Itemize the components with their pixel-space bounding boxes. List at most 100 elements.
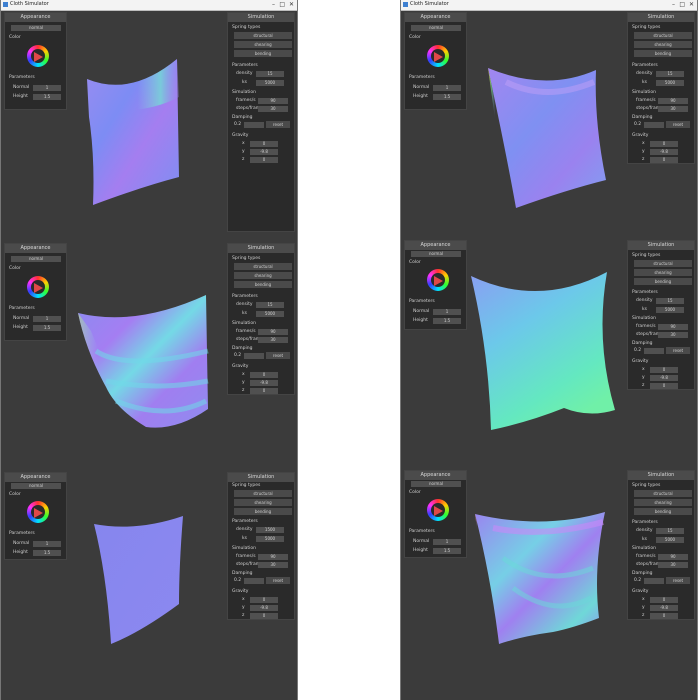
ks-field[interactable]: 5000: [656, 80, 684, 86]
gravity-z-field[interactable]: 0: [250, 613, 278, 619]
ks-field[interactable]: 5000: [256, 311, 284, 317]
color-triangle-icon[interactable]: [34, 508, 43, 518]
height-param-field[interactable]: 1.5: [33, 325, 61, 331]
frames-field[interactable]: 90: [658, 98, 688, 104]
gravity-y-field[interactable]: -9.8: [250, 380, 278, 386]
gravity-y-field[interactable]: -9.8: [650, 605, 678, 611]
normal-param-field[interactable]: 1: [433, 85, 461, 91]
normal-param-field[interactable]: 1: [33, 85, 61, 91]
density-field[interactable]: 15: [656, 71, 684, 77]
ks-field[interactable]: 5000: [656, 307, 684, 313]
ks-field[interactable]: 5000: [656, 537, 684, 543]
gravity-x-field[interactable]: 0: [650, 597, 678, 603]
color-wheel-icon[interactable]: [27, 276, 49, 298]
damping-slider[interactable]: [644, 122, 664, 128]
color-wheel-icon[interactable]: [427, 499, 449, 521]
cloth-mesh[interactable]: [76, 291, 211, 431]
damping-slider[interactable]: [644, 578, 664, 584]
shading-mode-select[interactable]: normal: [11, 256, 61, 262]
reset-button[interactable]: reset: [666, 577, 690, 584]
height-param-field[interactable]: 1.5: [33, 550, 61, 556]
cloth-mesh[interactable]: [81, 57, 181, 207]
steps-field[interactable]: 30: [258, 106, 288, 112]
title-bar[interactable]: Cloth Simulator – □ ✕: [401, 0, 697, 11]
cloth-mesh[interactable]: [473, 508, 613, 648]
height-param-field[interactable]: 1.5: [33, 94, 61, 100]
frames-field[interactable]: 90: [658, 554, 688, 560]
structural-spring-button[interactable]: structural: [634, 32, 692, 39]
ks-field[interactable]: 5000: [256, 536, 284, 542]
density-field[interactable]: 15: [256, 302, 284, 308]
bending-spring-button[interactable]: bending: [234, 281, 292, 288]
gravity-z-field[interactable]: 0: [650, 613, 678, 619]
gravity-y-field[interactable]: -9.8: [250, 149, 278, 155]
shearing-spring-button[interactable]: shearing: [634, 499, 692, 506]
steps-field[interactable]: 30: [658, 332, 688, 338]
structural-spring-button[interactable]: structural: [234, 32, 292, 39]
steps-field[interactable]: 30: [658, 106, 688, 112]
steps-field[interactable]: 30: [258, 337, 288, 343]
color-triangle-icon[interactable]: [34, 283, 43, 293]
gravity-y-field[interactable]: -9.8: [250, 605, 278, 611]
simulation-panel-header[interactable]: Simulation: [628, 471, 694, 480]
color-wheel-icon[interactable]: [427, 269, 449, 291]
bending-spring-button[interactable]: bending: [634, 50, 692, 57]
bending-spring-button[interactable]: bending: [234, 508, 292, 515]
shading-mode-select[interactable]: normal: [411, 25, 461, 31]
reset-button[interactable]: reset: [266, 577, 290, 584]
appearance-panel-header[interactable]: Appearance: [405, 13, 466, 22]
gravity-x-field[interactable]: 0: [650, 141, 678, 147]
shading-mode-select[interactable]: normal: [411, 251, 461, 257]
gravity-z-field[interactable]: 0: [650, 383, 678, 389]
simulation-panel-header[interactable]: Simulation: [228, 244, 294, 253]
reset-button[interactable]: reset: [666, 347, 690, 354]
cloth-mesh[interactable]: [91, 516, 191, 646]
gravity-x-field[interactable]: 0: [250, 372, 278, 378]
damping-slider[interactable]: [244, 122, 264, 128]
frames-field[interactable]: 90: [258, 329, 288, 335]
appearance-panel-header[interactable]: Appearance: [5, 473, 66, 482]
gravity-x-field[interactable]: 0: [250, 597, 278, 603]
gravity-x-field[interactable]: 0: [250, 141, 278, 147]
close-button[interactable]: ✕: [689, 0, 694, 9]
frames-field[interactable]: 90: [658, 324, 688, 330]
density-field[interactable]: 15: [656, 298, 684, 304]
appearance-panel-header[interactable]: Appearance: [405, 241, 466, 250]
color-triangle-icon[interactable]: [434, 506, 443, 516]
shearing-spring-button[interactable]: shearing: [234, 272, 292, 279]
cloth-mesh[interactable]: [486, 62, 611, 212]
bending-spring-button[interactable]: bending: [234, 50, 292, 57]
structural-spring-button[interactable]: structural: [234, 263, 292, 270]
steps-field[interactable]: 30: [258, 562, 288, 568]
normal-param-field[interactable]: 1: [433, 539, 461, 545]
structural-spring-button[interactable]: structural: [634, 490, 692, 497]
density-field[interactable]: 15: [656, 528, 684, 534]
frames-field[interactable]: 90: [258, 98, 288, 104]
appearance-panel-header[interactable]: Appearance: [5, 244, 66, 253]
reset-button[interactable]: reset: [666, 121, 690, 128]
structural-spring-button[interactable]: structural: [634, 260, 692, 267]
color-triangle-icon[interactable]: [34, 52, 43, 62]
maximize-button[interactable]: □: [279, 0, 285, 9]
appearance-panel-header[interactable]: Appearance: [5, 13, 66, 22]
close-button[interactable]: ✕: [289, 0, 294, 9]
reset-button[interactable]: reset: [266, 121, 290, 128]
shearing-spring-button[interactable]: shearing: [234, 41, 292, 48]
title-bar[interactable]: Cloth Simulator – □ ✕: [1, 0, 297, 11]
frames-field[interactable]: 90: [258, 554, 288, 560]
damping-slider[interactable]: [244, 353, 264, 359]
bending-spring-button[interactable]: bending: [634, 508, 692, 515]
minimize-button[interactable]: –: [272, 0, 275, 9]
minimize-button[interactable]: –: [672, 0, 675, 9]
height-param-field[interactable]: 1.5: [433, 548, 461, 554]
cloth-mesh[interactable]: [469, 272, 619, 432]
color-triangle-icon[interactable]: [434, 276, 443, 286]
structural-spring-button[interactable]: structural: [234, 490, 292, 497]
shearing-spring-button[interactable]: shearing: [234, 499, 292, 506]
ks-field[interactable]: 5000: [256, 80, 284, 86]
simulation-panel-header[interactable]: Simulation: [228, 13, 294, 22]
steps-field[interactable]: 30: [658, 562, 688, 568]
height-param-field[interactable]: 1.5: [433, 318, 461, 324]
normal-param-field[interactable]: 1: [33, 541, 61, 547]
simulation-panel-header[interactable]: Simulation: [228, 473, 294, 482]
